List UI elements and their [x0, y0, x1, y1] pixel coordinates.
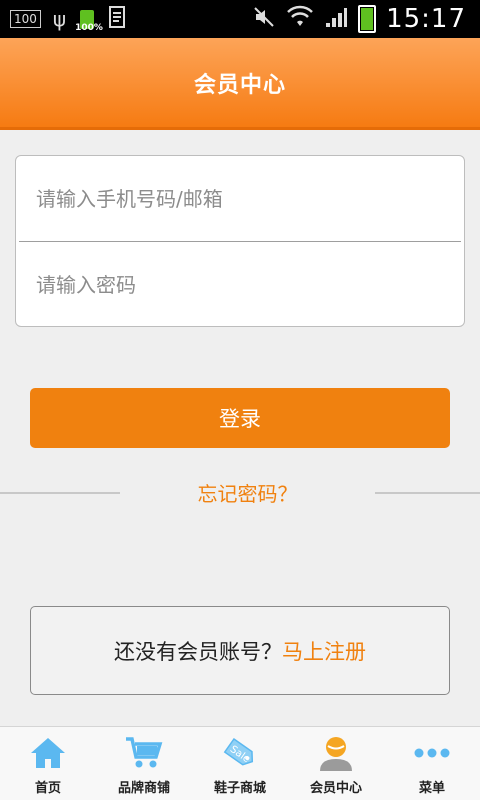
- forgot-password-link[interactable]: 忘记密码？: [120, 478, 375, 510]
- nav-label: 鞋子商城: [213, 781, 266, 796]
- nav-item-member-center[interactable]: 会员中心: [288, 727, 384, 800]
- phone-email-input[interactable]: [34, 185, 438, 212]
- status-bar: 100 ψ 100% 15:17: [0, 0, 480, 38]
- signal-icon: [324, 5, 348, 33]
- nav-label: 会员中心: [309, 781, 362, 796]
- login-button[interactable]: 登录: [30, 388, 450, 448]
- login-form: [15, 155, 465, 327]
- nav-item-shoe-mall[interactable]: Sale 鞋子商城: [192, 727, 288, 800]
- phone-field-row: [16, 156, 464, 241]
- usb-icon: ψ: [52, 7, 67, 31]
- mute-icon: [252, 5, 276, 33]
- cart-icon: [122, 733, 166, 773]
- battery-percent-label: 100%: [75, 23, 103, 33]
- register-card: 还没有会员账号？ 马上注册: [30, 606, 450, 695]
- member-icon: [314, 733, 358, 773]
- notification-box-icon: 100: [10, 10, 41, 28]
- password-field-row: [16, 242, 464, 327]
- bottom-nav: 首页 品牌商铺 Sale 鞋子商城 会员中心 菜单: [0, 726, 480, 800]
- divider-right: [375, 492, 480, 494]
- page-title: 会员中心: [193, 72, 286, 98]
- nav-item-brand-stores[interactable]: 品牌商铺: [96, 727, 192, 800]
- battery-icon: [358, 5, 377, 33]
- status-right-icons: 15:17: [252, 4, 466, 34]
- nav-label: 品牌商铺: [117, 781, 170, 796]
- wifi-icon: [286, 5, 314, 33]
- home-icon: [26, 733, 70, 773]
- nav-label: 首页: [34, 781, 61, 796]
- register-prompt: 还没有会员账号？: [114, 639, 282, 664]
- register-link[interactable]: 马上注册: [282, 636, 366, 666]
- nav-label: 菜单: [418, 781, 445, 796]
- password-input[interactable]: [34, 271, 438, 298]
- more-dots-icon: [410, 733, 454, 773]
- nav-item-menu[interactable]: 菜单: [384, 727, 480, 800]
- battery-full-icon: 100%: [75, 7, 103, 33]
- document-icon: [108, 5, 128, 33]
- status-left-icons: 100 ψ 100%: [10, 5, 128, 33]
- header-bar: 会员中心: [0, 38, 480, 130]
- nav-item-home[interactable]: 首页: [0, 727, 96, 800]
- clock: 15:17: [386, 4, 466, 34]
- divider-left: [0, 492, 120, 494]
- sale-tag-icon: Sale: [218, 733, 262, 773]
